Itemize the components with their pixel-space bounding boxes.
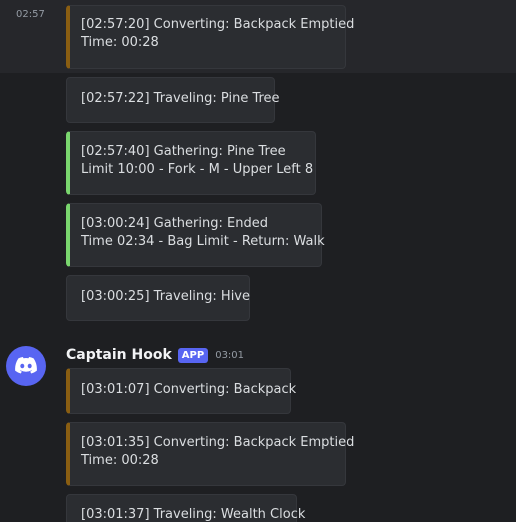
embed-card: [03:00:25] Traveling: Hive [66, 275, 250, 321]
message-timestamp: 02:57 [16, 9, 45, 20]
embed-card: [03:00:24] Gathering: Ended Time 02:34 -… [66, 203, 325, 267]
embed-line: Limit 10:00 - Fork - M - Upper Left 8 [81, 162, 314, 177]
embed-card: [03:01:37] Traveling: Wealth Clock [66, 494, 306, 522]
message-header: Captain Hook APP 03:01 [66, 345, 244, 365]
embed-card: [03:01:07] Converting: Backpack [66, 368, 297, 414]
embed-line: [03:01:37] Traveling: Wealth Clock [81, 507, 306, 522]
embed-card: [02:57:20] Converting: Backpack Emptied … [66, 5, 355, 69]
embed-card: [02:57:40] Gathering: Pine Tree Limit 10… [66, 131, 316, 195]
embed-line: [03:01:35] Converting: Backpack Emptied [81, 435, 355, 450]
embed-card: [03:01:35] Converting: Backpack Emptied … [66, 422, 355, 486]
embed-line: [03:00:24] Gathering: Ended [81, 216, 268, 231]
message-row-hovered[interactable]: 02:57 [02:57:20] Converting: Backpack Em… [0, 0, 516, 73]
embed-line: [02:57:40] Gathering: Pine Tree [81, 144, 286, 159]
message-timestamp: 03:01 [215, 349, 245, 361]
avatar[interactable] [6, 346, 46, 386]
author-name[interactable]: Captain Hook [66, 347, 172, 363]
embed-line: [03:01:07] Converting: Backpack [81, 382, 297, 397]
chat-messages: 02:57 [02:57:20] Converting: Backpack Em… [0, 0, 516, 522]
embed-line: [02:57:22] Traveling: Pine Tree [81, 91, 280, 106]
embed-line: [03:00:25] Traveling: Hive [81, 289, 250, 304]
app-badge: APP [177, 347, 209, 363]
embed-line: Time 02:34 - Bag Limit - Return: Walk [81, 234, 325, 249]
discord-logo-icon [15, 357, 37, 374]
embed-line: Time: 00:28 [81, 453, 159, 468]
embed-card: [02:57:22] Traveling: Pine Tree [66, 77, 280, 123]
embed-line: [02:57:20] Converting: Backpack Emptied [81, 17, 355, 32]
embed-line: Time: 00:28 [81, 35, 159, 50]
